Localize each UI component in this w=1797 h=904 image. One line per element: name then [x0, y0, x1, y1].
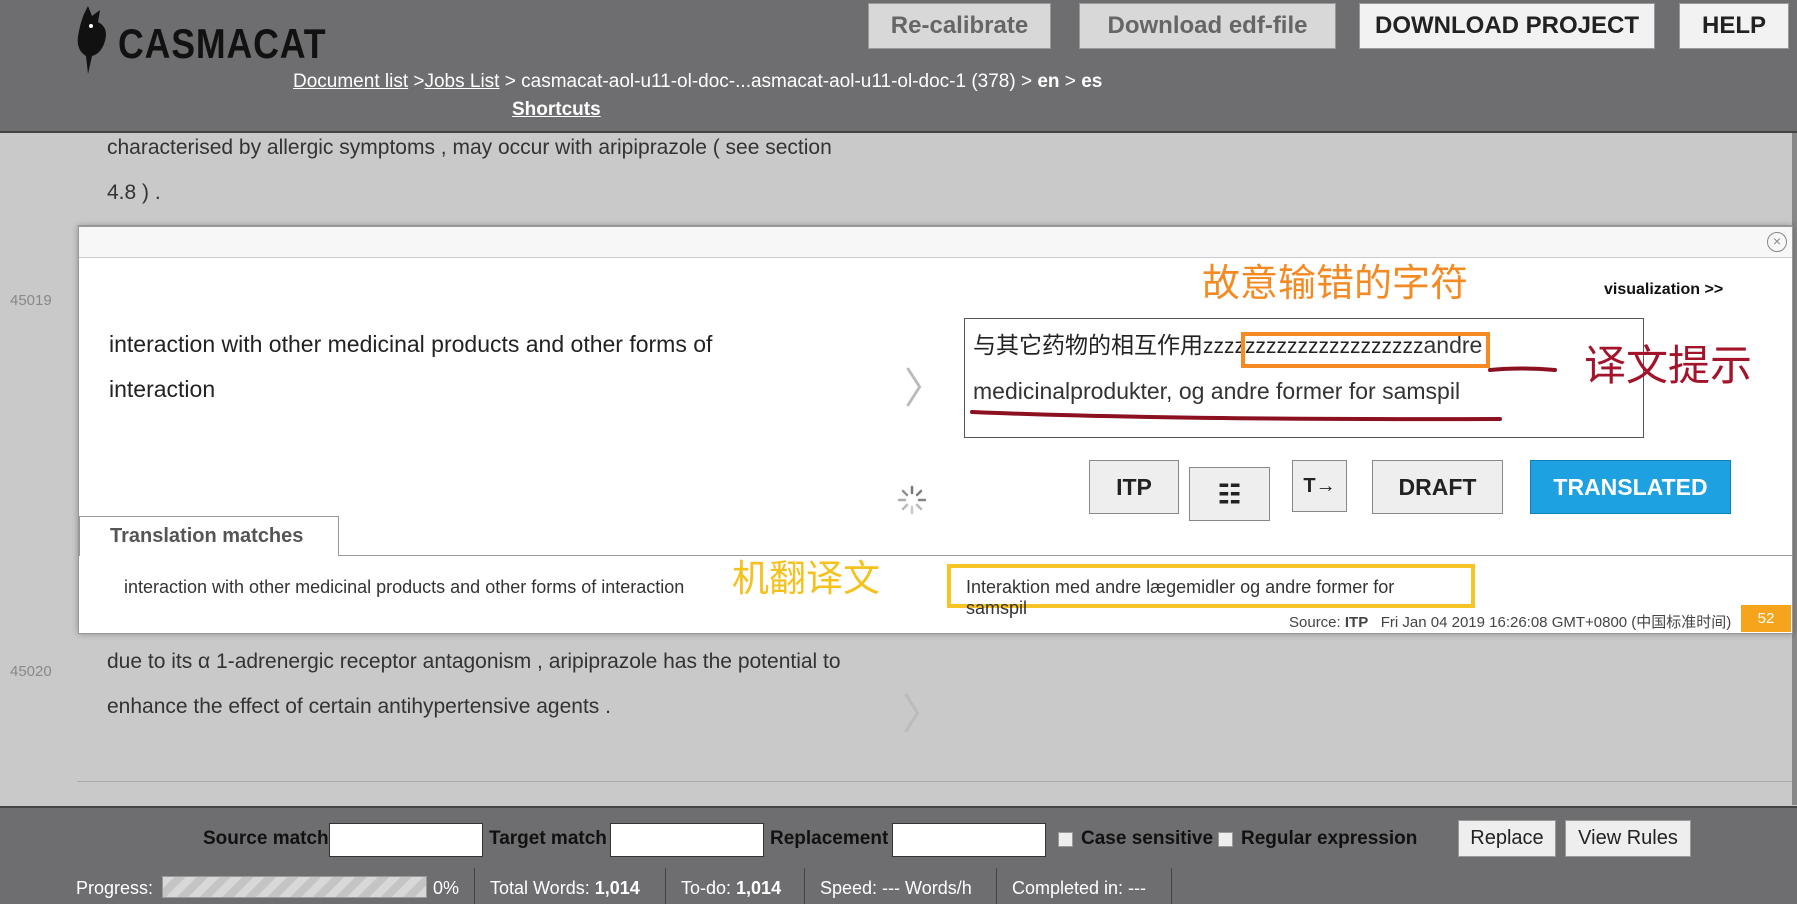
- case-sensitive-label: Case sensitive: [1081, 828, 1214, 849]
- completed-in: Completed in: ---: [1012, 878, 1147, 898]
- progress-bar: [162, 876, 427, 898]
- translated-button[interactable]: TRANSLATED: [1530, 460, 1731, 514]
- source-line: interaction with other medicinal product…: [109, 331, 713, 357]
- replace-button[interactable]: Replace: [1458, 820, 1556, 857]
- view-rules-button[interactable]: View Rules: [1565, 820, 1691, 857]
- replacement-label: Replacement: [770, 828, 889, 849]
- shortcuts-link[interactable]: Shortcuts: [512, 99, 601, 121]
- list-view-button[interactable]: ☷: [1189, 467, 1270, 521]
- todo-words: To-do: 1,014: [681, 878, 781, 899]
- total-words-label: Total Words:: [490, 878, 595, 898]
- source-match-input[interactable]: [329, 823, 483, 857]
- match-timestamp: Fri Jan 04 2019 16:26:08 GMT+0800 (中国标准时…: [1380, 614, 1732, 631]
- segment-gutter: 45019 45020: [0, 133, 78, 805]
- breadcrumb-sep: >: [408, 71, 425, 92]
- total-words-value: 1,014: [594, 878, 640, 898]
- target-typed-text: 与其它药物的相互作用: [973, 332, 1203, 358]
- next-segment-line: due to its α 1-adrenergic receptor antag…: [107, 650, 841, 673]
- progress-label: Progress:: [76, 878, 154, 898]
- breadcrumb-document-list[interactable]: Document list: [293, 71, 408, 92]
- case-sensitive-checkbox[interactable]: [1058, 832, 1073, 847]
- draft-button[interactable]: DRAFT: [1372, 460, 1503, 514]
- previous-segment-line: 4.8 ) .: [107, 181, 161, 204]
- active-segment: × interaction with other medicinal produ…: [78, 226, 1793, 634]
- loading-spinner-icon: [897, 485, 927, 515]
- tab-divider: [339, 555, 1792, 556]
- copy-source-button[interactable]: T→: [1292, 460, 1347, 512]
- previous-segment-source[interactable]: characterised by allergic symptoms , may…: [107, 125, 832, 215]
- list-icon: ☷: [1217, 478, 1242, 509]
- download-edf-button[interactable]: Download edf-file: [1079, 3, 1336, 49]
- regex-label: Regular expression: [1241, 828, 1418, 849]
- breadcrumb-sep: >: [1059, 71, 1082, 92]
- casmacat-logo[interactable]: CASMACAT: [74, 6, 326, 76]
- target-match-input[interactable]: [610, 823, 764, 857]
- visualization-link[interactable]: visualization >>: [1604, 281, 1723, 299]
- progress-percent: 0%: [433, 878, 460, 898]
- tab-translation-matches[interactable]: Translation matches: [79, 516, 339, 556]
- match-source-value: ITP: [1344, 614, 1369, 631]
- download-project-button[interactable]: DOWNLOAD PROJECT: [1359, 3, 1655, 49]
- itp-button[interactable]: ITP: [1089, 460, 1179, 514]
- match-target-text[interactable]: Interaktion med andre lægemidler og andr…: [947, 564, 1475, 618]
- source-match-label: Source match: [203, 828, 329, 849]
- breadcrumb-jobs-list[interactable]: Jobs List: [424, 71, 499, 92]
- app-header: CASMACAT Re-calibrate Download edf-file …: [0, 0, 1797, 133]
- speed: Speed: --- Words/h: [820, 878, 972, 898]
- close-icon[interactable]: ×: [1767, 232, 1787, 252]
- logo-text: CASMACAT: [118, 20, 327, 67]
- recalibrate-button[interactable]: Re-calibrate: [868, 3, 1051, 49]
- chevron-right-icon: 〉: [902, 690, 945, 739]
- target-match-label: Target match: [489, 828, 607, 849]
- todo-label: To-do:: [681, 878, 737, 898]
- segment-id-active: 45019: [10, 292, 52, 309]
- find-replace-bar: Source match Target match Replacement Ca…: [0, 806, 1797, 871]
- chevron-right-icon: 〉: [904, 364, 947, 413]
- match-source-text: interaction with other medicinal product…: [124, 577, 685, 597]
- annotation-machine-translation: 机翻译文: [732, 558, 880, 599]
- active-segment-source: interaction with other medicinal product…: [109, 322, 809, 412]
- next-segment-line: enhance the effect of certain antihypert…: [107, 695, 611, 718]
- segment-divider: [77, 781, 1792, 782]
- total-words: Total Words: 1,014: [490, 878, 640, 899]
- replacement-input[interactable]: [892, 823, 1046, 857]
- segment-header-bar: ×: [79, 227, 1792, 258]
- next-segment-source[interactable]: due to its α 1-adrenergic receptor antag…: [107, 639, 841, 729]
- status-divider: [996, 868, 997, 904]
- todo-value: 1,014: [736, 878, 782, 898]
- regex-checkbox[interactable]: [1218, 832, 1233, 847]
- status-divider: [665, 868, 666, 904]
- status-divider: [474, 868, 475, 904]
- annotation-wrong-chars: 故意输错的字符: [1202, 263, 1469, 305]
- match-score-badge: 52: [1741, 605, 1791, 632]
- annotation-translation-hint: 译文提示: [1584, 342, 1753, 389]
- annotation-underline: [970, 366, 1557, 422]
- match-meta: Source: ITP Fri Jan 04 2019 16:26:08 GMT…: [1289, 611, 1731, 632]
- segment-id-next: 45020: [10, 663, 52, 680]
- status-bar: Progress: 0% Total Words: 1,014 To-do: 1…: [0, 868, 1797, 904]
- status-divider: [1171, 868, 1172, 904]
- cat-logo-icon: [77, 6, 106, 74]
- match-source-label: Source:: [1289, 614, 1345, 631]
- copy-source-icon: T→: [1303, 474, 1336, 497]
- help-button[interactable]: HELP: [1679, 3, 1789, 49]
- status-divider: [804, 868, 805, 904]
- breadcrumb-job-name: > casmacat-aol-u11-ol-doc-...asmacat-aol…: [499, 71, 1038, 92]
- previous-segment-line: characterised by allergic symptoms , may…: [107, 136, 832, 159]
- source-line: interaction: [109, 376, 216, 402]
- breadcrumb: Document list >Jobs List > casmacat-aol-…: [293, 71, 1102, 93]
- breadcrumb-source-lang: en: [1037, 71, 1060, 92]
- breadcrumb-target-lang: es: [1081, 71, 1103, 92]
